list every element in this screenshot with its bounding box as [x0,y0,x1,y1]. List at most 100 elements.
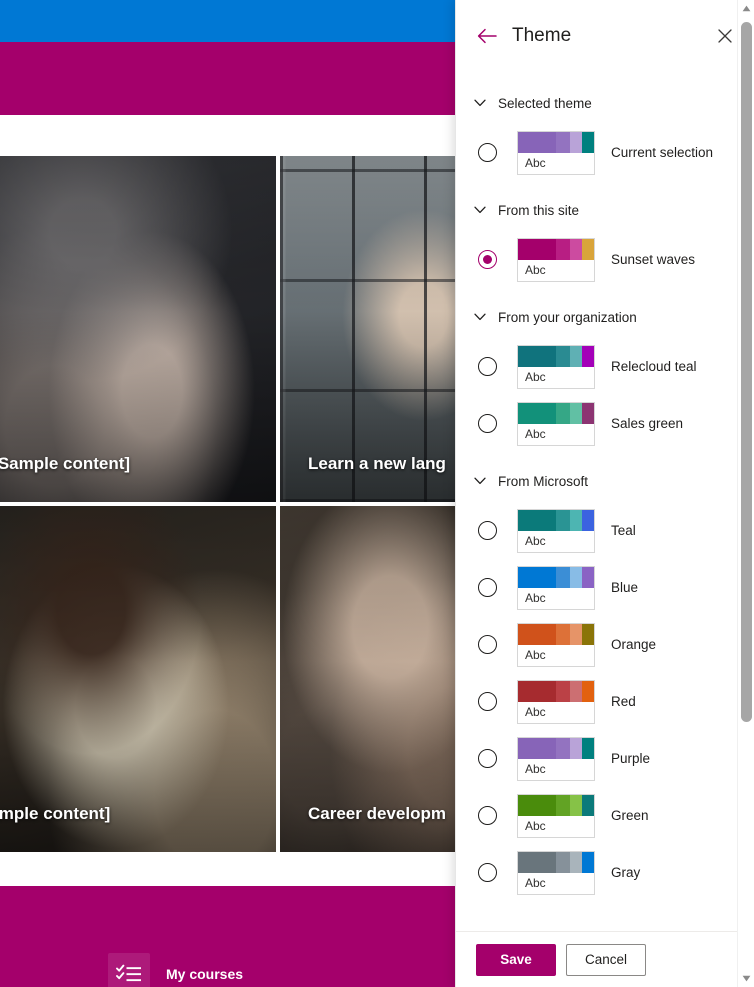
swatch-color-1 [556,737,570,759]
theme-option-label: Sunset waves [611,252,696,267]
swatch-color-0 [518,623,556,645]
theme-radio-button[interactable] [478,143,497,162]
panel-footer: Save Cancel [456,931,754,987]
theme-option-orange[interactable]: Abc Orange [474,616,732,673]
theme-option-blue[interactable]: Abc Blue [474,559,732,616]
chevron-down-icon [474,201,486,219]
theme-swatch[interactable]: Abc [517,344,595,389]
swatch-sample-text: Abc [525,534,546,548]
theme-radio-button[interactable] [478,357,497,376]
swatch-color-3 [582,345,594,367]
panel-body: Selected theme Abc Current selection From t… [456,72,754,931]
section-label: From Microsoft [498,473,589,489]
swatch-color-3 [582,737,594,759]
card-title: s [Sample content] [0,454,131,473]
theme-option-teal[interactable]: Abc Teal [474,502,732,559]
save-button[interactable]: Save [476,943,556,976]
swatch-color-2 [570,737,582,759]
swatch-color-bands [518,402,594,424]
theme-radio-button[interactable] [478,806,497,825]
back-arrow-icon[interactable] [474,23,500,49]
swatch-color-2 [570,345,582,367]
theme-swatch[interactable]: Abc [517,736,595,781]
theme-radio-button[interactable] [478,749,497,768]
theme-swatch[interactable]: Abc [517,237,595,282]
theme-option-red[interactable]: Abc Red [474,673,732,730]
swatch-color-1 [556,794,570,816]
swatch-color-bands [518,131,594,153]
swatch-color-3 [582,794,594,816]
theme-option-label: Orange [611,637,657,652]
swatch-color-bands [518,794,594,816]
theme-option-label: Purple [611,751,651,766]
swatch-color-3 [582,131,594,153]
theme-radio-button[interactable] [478,414,497,433]
theme-swatch[interactable]: Abc [517,850,595,895]
theme-radio-button[interactable] [478,863,497,882]
swatch-color-1 [556,238,570,260]
theme-swatch[interactable]: Abc [517,401,595,446]
theme-option-relecloud-teal[interactable]: Abc Relecloud teal [474,338,732,395]
theme-radio-button[interactable] [478,250,497,269]
theme-swatch[interactable]: Abc [517,130,595,175]
swatch-color-1 [556,566,570,588]
close-icon[interactable] [710,21,740,51]
swatch-color-bands [518,509,594,531]
swatch-color-2 [570,509,582,531]
swatch-color-2 [570,238,582,260]
theme-radio-button[interactable] [478,692,497,711]
theme-option-label: Green [611,808,649,823]
theme-option-sunset-waves[interactable]: Abc Sunset waves [474,231,732,288]
scroll-up-arrow-icon[interactable] [738,0,754,17]
theme-option-label: Relecloud teal [611,359,697,374]
swatch-color-1 [556,623,570,645]
theme-radio-button[interactable] [478,521,497,540]
scroll-down-arrow-icon[interactable] [738,970,754,987]
theme-option-label: Sales green [611,416,684,431]
theme-option-gray[interactable]: Abc Gray [474,844,732,901]
theme-swatch[interactable]: Abc [517,565,595,610]
swatch-color-3 [582,402,594,424]
theme-option-current-selection[interactable]: Abc Current selection [474,124,732,181]
swatch-color-3 [582,566,594,588]
theme-panel: Theme Selected theme Abc Current selection… [455,0,754,987]
swatch-color-bands [518,345,594,367]
section-header[interactable]: Selected theme [474,88,732,118]
page-title: Theme [512,25,572,46]
swatch-color-1 [556,680,570,702]
swatch-color-0 [518,345,556,367]
swatch-color-1 [556,131,570,153]
theme-radio-button[interactable] [478,635,497,654]
theme-swatch[interactable]: Abc [517,679,595,724]
content-card[interactable]: Sample content] [0,506,278,854]
swatch-sample-text: Abc [525,762,546,776]
swatch-sample-text: Abc [525,427,546,441]
content-card[interactable]: s [Sample content] [0,156,278,504]
theme-option-label: Blue [611,580,639,595]
theme-swatch[interactable]: Abc [517,793,595,838]
theme-option-sales-green[interactable]: Abc Sales green [474,395,732,452]
swatch-color-bands [518,737,594,759]
section-header[interactable]: From this site [474,195,732,225]
scrollbar-thumb[interactable] [741,22,752,722]
swatch-color-2 [570,680,582,702]
theme-option-label: Red [611,694,636,709]
swatch-color-3 [582,623,594,645]
swatch-color-bands [518,680,594,702]
section-label: Selected theme [498,95,592,111]
theme-swatch[interactable]: Abc [517,622,595,667]
swatch-color-2 [570,794,582,816]
section-header[interactable]: From your organization [474,302,732,332]
theme-option-green[interactable]: Abc Green [474,787,732,844]
swatch-color-2 [570,131,582,153]
theme-swatch[interactable]: Abc [517,508,595,553]
cancel-button[interactable]: Cancel [566,943,647,976]
panel-header: Theme [456,0,754,72]
theme-option-purple[interactable]: Abc Purple [474,730,732,787]
theme-radio-button[interactable] [478,578,497,597]
footer-nav-item-my-courses[interactable]: My courses [108,953,243,987]
section-header[interactable]: From Microsoft [474,466,732,496]
card-overlay [0,156,276,502]
section-label: From this site [498,202,580,218]
window-scrollbar[interactable] [737,0,754,987]
